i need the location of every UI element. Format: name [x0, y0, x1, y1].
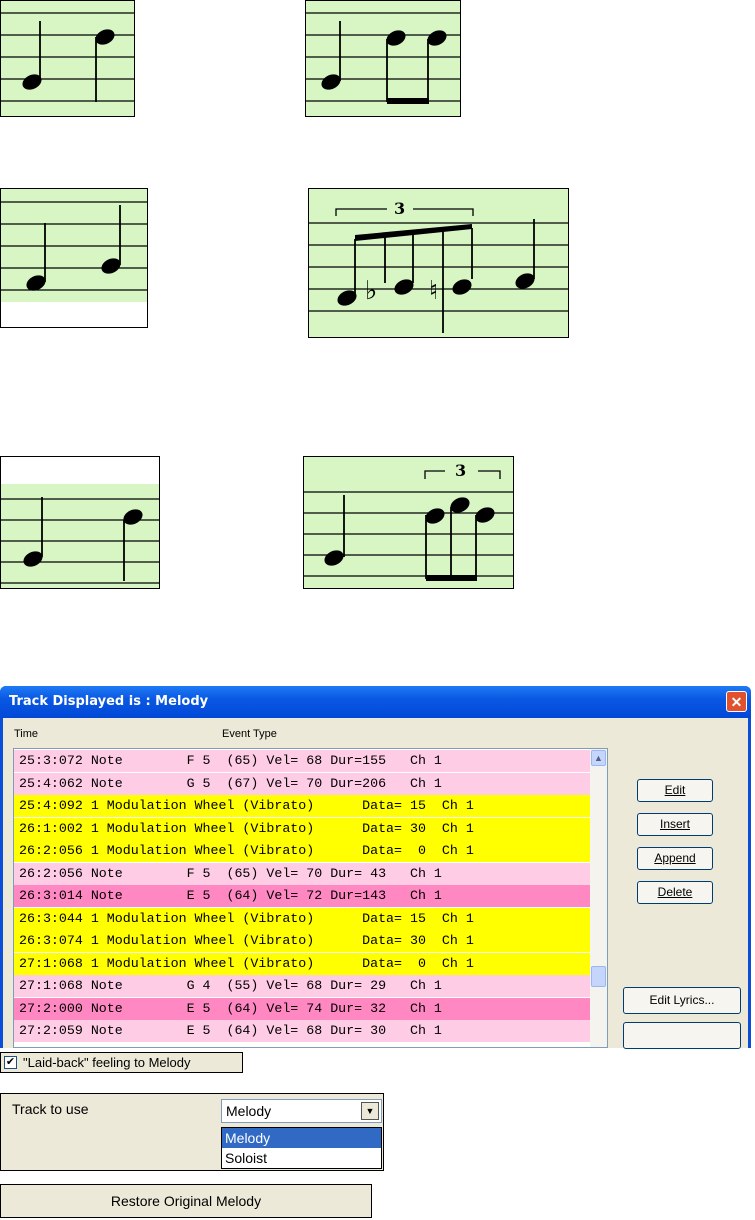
- notation-example-beamed-eighths: [305, 0, 461, 117]
- close-icon: ✕: [730, 694, 743, 710]
- notation-svg: 3 ♭ ♮: [309, 199, 568, 333]
- event-row[interactable]: 27:1:068 Note G 4 (55) Vel= 68 Dur= 29 C…: [14, 975, 590, 997]
- notation-svg: [1, 189, 147, 302]
- restore-button-label: Restore Original Melody: [110, 1193, 262, 1209]
- beam: [426, 575, 477, 581]
- scroll-thumb[interactable]: [591, 966, 606, 987]
- track-dropdown-list: Melody Soloist: [221, 1127, 382, 1169]
- close-button[interactable]: ✕: [726, 691, 747, 712]
- event-row[interactable]: 25:3:072 Note F 5 (65) Vel= 68 Dur=155 C…: [14, 750, 590, 772]
- notation-example-straight-quarter-eighth: [0, 0, 135, 117]
- flat-sign: ♭: [365, 276, 377, 306]
- track-select-value: Melody: [226, 1103, 272, 1119]
- edit-button[interactable]: Edit: [637, 779, 713, 802]
- track-option[interactable]: Soloist: [222, 1148, 381, 1168]
- check-icon: ✔: [5, 1056, 16, 1068]
- chevron-up-icon: ▲: [594, 753, 603, 763]
- laid-back-checkbox[interactable]: ✔: [4, 1056, 17, 1069]
- event-row[interactable]: 27:1:068 1 Modulation Wheel (Vibrato) Da…: [14, 952, 590, 975]
- edit-lyrics-button-label: Edit Lyrics...: [649, 993, 715, 1007]
- title-bar: Track Displayed is : Melody ✕: [0, 686, 751, 718]
- delete-button-label: Delete: [657, 885, 693, 899]
- event-row[interactable]: 26:2:056 Note F 5 (65) Vel= 70 Dur= 43 C…: [14, 862, 590, 885]
- insert-button-label: Insert: [659, 817, 690, 831]
- event-list[interactable]: 27:2:059 Note E 5 (64) Vel= 68 Dur= 30 C…: [13, 748, 608, 1048]
- dropdown-button[interactable]: ▼: [361, 1102, 379, 1120]
- event-row[interactable]: 26:3:014 Note E 5 (64) Vel= 72 Dur=143 C…: [14, 885, 590, 907]
- window-title: Track Displayed is : Melody: [9, 694, 209, 709]
- track-to-use-panel: Track to use Melody ▼ Melody Soloist: [0, 1093, 384, 1171]
- append-button[interactable]: Append: [637, 847, 713, 870]
- event-row[interactable]: 25:4:092 1 Modulation Wheel (Vibrato) Da…: [14, 795, 590, 817]
- track-select[interactable]: Melody ▼: [221, 1099, 382, 1123]
- natural-sign: ♮: [429, 276, 438, 306]
- event-row[interactable]: 25:4:062 Note G 5 (67) Vel= 70 Dur=206 C…: [14, 772, 590, 795]
- beam: [387, 98, 429, 104]
- column-header-time: Time: [14, 728, 39, 740]
- scroll-up-button[interactable]: ▲: [591, 750, 606, 766]
- track-event-window: Track Displayed is : Melody ✕ Time Event…: [0, 686, 751, 1049]
- notation-svg: [1, 484, 159, 588]
- notation-example-laid-back-quarter-eighth: [0, 456, 160, 589]
- event-row[interactable]: 27:2:000 Note E 5 (64) Vel= 74 Dur= 32 C…: [14, 997, 590, 1020]
- restore-original-melody-button[interactable]: Restore Original Melody: [0, 1184, 372, 1218]
- event-row[interactable]: 26:3:044 1 Modulation Wheel (Vibrato) Da…: [14, 907, 590, 930]
- edit-button-label: Edit: [664, 783, 686, 797]
- column-header-event-type: Event Type: [222, 728, 277, 740]
- notation-example-triplet-accidentals: 3 ♭ ♮: [308, 188, 569, 338]
- partial-button[interactable]: [623, 1022, 741, 1049]
- notation-example-quarters: [0, 188, 148, 328]
- notation-svg: [306, 12, 460, 104]
- notation-example-triplet-eighths: 3: [303, 456, 514, 589]
- note-head: [324, 550, 344, 566]
- triplet-mark: 3: [455, 461, 466, 480]
- event-row[interactable]: 26:3:074 1 Modulation Wheel (Vibrato) Da…: [14, 930, 590, 952]
- window-client-area: Time Event Type 27:2:059 Note E 5 (64) V…: [3, 718, 748, 1049]
- insert-button[interactable]: Insert: [637, 813, 713, 836]
- event-row[interactable]: 27:2:059 Note E 5 (64) Vel= 68 Dur= 30 C…: [14, 1020, 590, 1042]
- vertical-scrollbar[interactable]: ▲: [590, 749, 607, 1047]
- append-button-label: Append: [654, 851, 696, 865]
- track-option[interactable]: Melody: [222, 1128, 381, 1148]
- track-to-use-label: Track to use: [12, 1101, 89, 1117]
- event-row[interactable]: 26:2:056 1 Modulation Wheel (Vibrato) Da…: [14, 840, 590, 862]
- notation-svg: 3: [304, 461, 513, 581]
- note-head: [452, 279, 472, 295]
- laid-back-label: "Laid-back" feeling to Melody: [23, 1055, 191, 1070]
- notation-svg: [1, 12, 134, 102]
- chevron-down-icon: ▼: [365, 1106, 375, 1116]
- triplet-mark: 3: [394, 199, 405, 218]
- event-row[interactable]: 26:1:002 1 Modulation Wheel (Vibrato) Da…: [14, 817, 590, 840]
- laid-back-checkbox-row[interactable]: ✔ "Laid-back" feeling to Melody: [0, 1052, 243, 1073]
- edit-lyrics-button[interactable]: Edit Lyrics...: [623, 987, 741, 1014]
- delete-button[interactable]: Delete: [637, 881, 713, 904]
